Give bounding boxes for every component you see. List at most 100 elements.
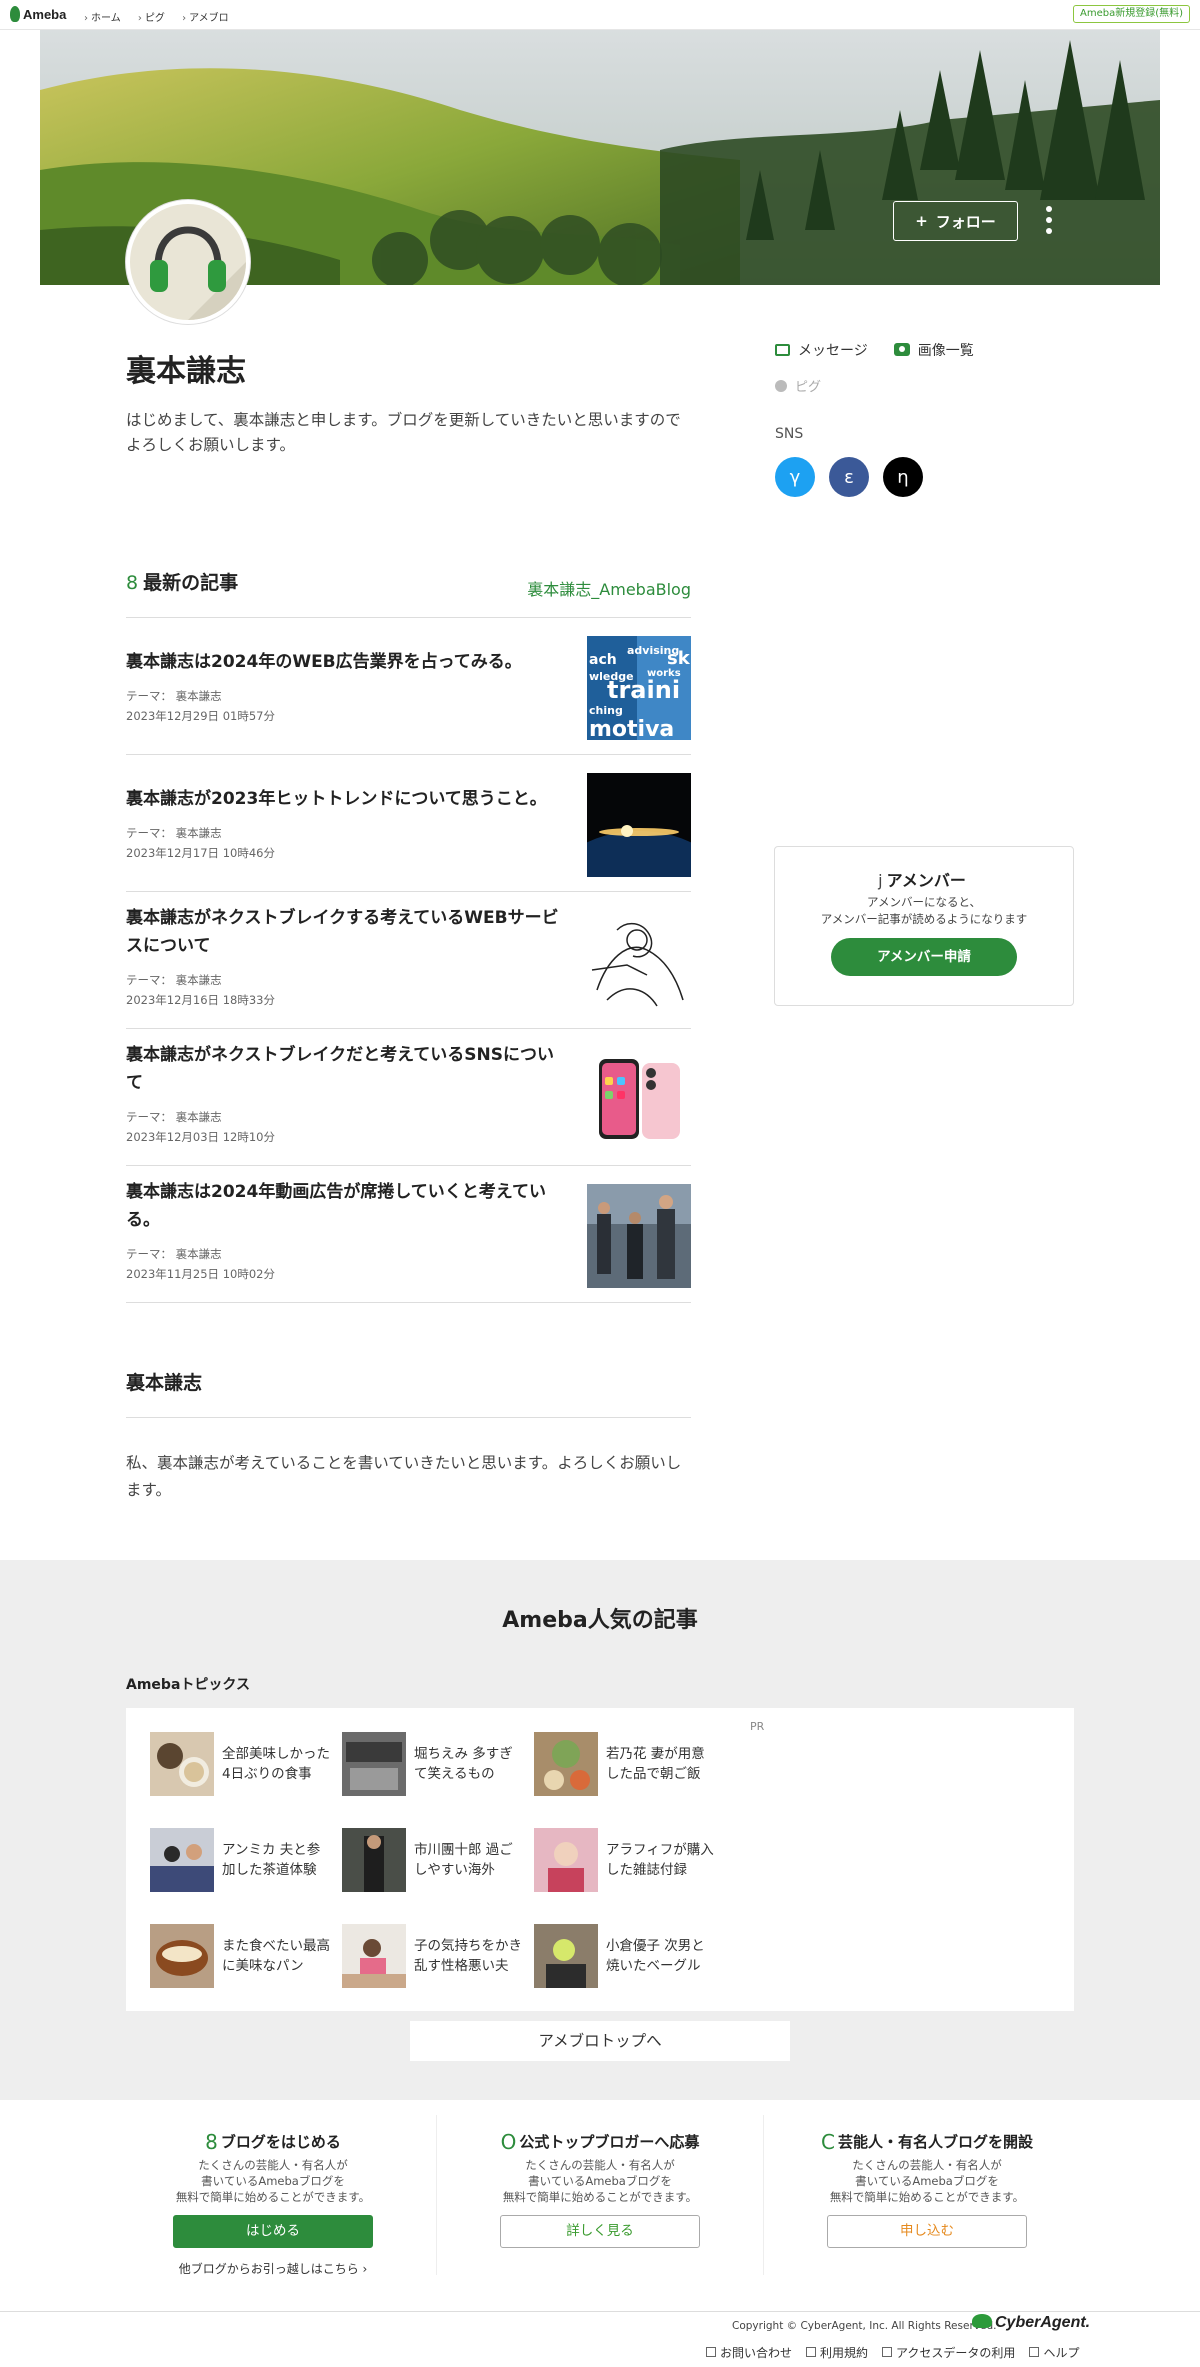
cyberagent-logo[interactable]: CyberAgent. (972, 2314, 1090, 2332)
avatar[interactable] (126, 200, 250, 324)
article-date: 2023年12月17日 10時46分 (126, 846, 275, 860)
article-title[interactable]: 裏本謙志が2023年ヒットトレンドについて思うこと。 (126, 785, 566, 813)
popular-heading: Ameba人気の記事 (502, 1608, 698, 1633)
more-options-icon[interactable] (1045, 206, 1053, 236)
topic-text-1: 全部美味しかった (222, 1746, 330, 1762)
blog-description: 私、裏本謙志が考えていることを書いていきたいと思います。よろしくお願いします。 (126, 1454, 682, 1499)
article-item[interactable]: 裏本謙志がネクストブレイクする考えているWEBサービスについて テーマ： 裏本謙… (126, 892, 691, 1029)
topic-thumbnail (150, 1828, 214, 1892)
amember-desc-1: アメンバーになると、 (867, 895, 981, 909)
ameba-logo[interactable]: Ameba (10, 6, 66, 22)
article-item[interactable]: 裏本謙志は2024年動画広告が席捲していくと考えている。 テーマ： 裏本謙志 20… (126, 1166, 691, 1303)
amember-desc-2: アメンバー記事が読めるようになります (820, 912, 1028, 926)
image-list-link[interactable]: 画像一覧 (893, 340, 974, 360)
popular-section: Ameba人気の記事 Amebaトピックス PR 全部美味しかった 4日ぶりの食事… (0, 1560, 1200, 2100)
breadcrumb-pigg[interactable]: ピグ (138, 13, 165, 24)
topic-item[interactable]: アラフィフが購入 した雑誌付録 (534, 1828, 724, 1894)
topic-text-1: 堀ちえみ 多すぎ (414, 1746, 513, 1762)
amember-apply-button[interactable]: アメンバー申請 (831, 938, 1017, 976)
topic-item[interactable]: 子の気持ちをかき 乱す性格悪い夫 (342, 1924, 532, 1990)
topic-item[interactable]: 全部美味しかった 4日ぶりの食事 (150, 1732, 340, 1798)
topic-text-2: 焼いたベーグル (606, 1958, 701, 1974)
article-meta: テーマ： 裏本謙志 2023年12月16日 18時33分 (126, 970, 275, 1010)
article-title[interactable]: 裏本謙志がネクストブレイクする考えているWEBサービスについて (126, 904, 566, 960)
article-thumbnail[interactable] (587, 773, 691, 877)
facebook-icon[interactable]: ε (829, 457, 869, 497)
article-item[interactable]: 裏本謙志は2024年のWEB広告業界を占ってみる。 テーマ： 裏本謙志 2023年… (126, 618, 691, 755)
migrate-link[interactable]: 他ブログからお引っ越しはこちら › (110, 2260, 436, 2277)
article-theme: テーマ： 裏本謙志 (126, 1110, 222, 1124)
profile-side-links: メッセージ 画像一覧 ピグ (775, 340, 974, 395)
profile-name: 裏本謙志 (126, 354, 246, 389)
topic-text-1: 小倉優子 次男と (606, 1938, 705, 1954)
promo-title: ブログをはじめる (220, 2133, 341, 2151)
topic-item[interactable]: 市川團十郎 過ご しやすい海外 (342, 1828, 532, 1894)
topic-item[interactable]: 堀ちえみ 多すぎ て笑えるもの (342, 1732, 532, 1798)
topic-text-2: に美味なパン (222, 1958, 304, 1974)
follow-button[interactable]: + フォロー (893, 201, 1018, 241)
start-button[interactable]: はじめる (173, 2215, 373, 2248)
topic-text-2: しやすい海外 (414, 1862, 495, 1878)
article-item[interactable]: 裏本謙志が2023年ヒットトレンドについて思うこと。 テーマ： 裏本謙志 2023… (126, 755, 691, 892)
threads-icon[interactable]: η (883, 457, 923, 497)
footer-link-contact[interactable]: お問い合わせ (706, 2344, 792, 2361)
article-date: 2023年12月29日 01時57分 (126, 709, 275, 723)
footer-link-help[interactable]: ヘルプ (1029, 2344, 1079, 2361)
footer-link-access-data[interactable]: アクセスデータの利用 (882, 2344, 1015, 2361)
breadcrumb: ホーム ピグ アメブロ (84, 9, 243, 24)
twitter-icon[interactable]: γ (775, 457, 815, 497)
article-theme: テーマ： 裏本謙志 (126, 1247, 222, 1261)
article-meta: テーマ： 裏本謙志 2023年12月29日 01時57分 (126, 686, 275, 726)
follow-label: フォロー (935, 212, 996, 231)
breadcrumb-home[interactable]: ホーム (84, 13, 121, 24)
article-meta: テーマ： 裏本謙志 2023年11月25日 10時02分 (126, 1244, 275, 1284)
article-item[interactable]: 裏本謙志がネクストブレイクだと考えているSNSについて テーマ： 裏本謙志 202… (126, 1029, 691, 1166)
article-thumbnail[interactable]: ach advising sk wledge works traini ching motiv… (587, 636, 691, 740)
article-title[interactable]: 裏本謙志は2024年のWEB広告業界を占ってみる。 (126, 648, 566, 676)
topic-text-2: 加した茶道体験 (222, 1862, 317, 1878)
message-link[interactable]: メッセージ (775, 340, 868, 360)
topics-heading: Amebaトピックス (126, 1677, 250, 1693)
pigg-label: ピグ (795, 380, 822, 395)
celebrity-icon: C (821, 2130, 835, 2154)
ameblo-top-button[interactable]: アメブロトップへ (410, 2021, 790, 2061)
apply-button[interactable]: 申し込む (827, 2215, 1027, 2248)
blog-top-link[interactable]: 裏本謙志_AmebaBlog (527, 576, 691, 600)
article-date: 2023年12月03日 12時10分 (126, 1130, 275, 1144)
article-thumbnail[interactable] (587, 1047, 691, 1151)
article-title[interactable]: 裏本謙志は2024年動画広告が席捲していくと考えている。 (126, 1178, 566, 1234)
topic-text-2: した品で朝ご飯 (606, 1766, 701, 1782)
topic-text-2: て笑えるもの (414, 1766, 495, 1782)
topic-item[interactable]: アンミカ 夫と参 加した茶道体験 (150, 1828, 340, 1894)
article-theme: テーマ： 裏本謙志 (126, 826, 222, 840)
latest-articles-header: 8 最新の記事 裏本謙志_AmebaBlog (126, 568, 691, 618)
promo-desc-3: 無料で簡単に始めることができます。 (829, 2190, 1025, 2204)
article-title[interactable]: 裏本謙志がネクストブレイクだと考えているSNSについて (126, 1041, 566, 1097)
topic-item[interactable]: また食べたい最高 に美味なパン (150, 1924, 340, 1990)
cyberagent-logo-text: CyberAgent. (995, 2314, 1091, 2331)
footer-links: お問い合わせ 利用規約 アクセスデータの利用 ヘルプ (706, 2344, 1079, 2361)
signup-button[interactable]: Ameba新規登録(無料) (1072, 5, 1190, 23)
article-thumbnail[interactable] (587, 910, 691, 1014)
promo-desc-3: 無料で簡単に始めることができます。 (502, 2190, 698, 2204)
topic-thumbnail (534, 1924, 598, 1988)
breadcrumb-ameblo[interactable]: アメブロ (182, 13, 229, 24)
promo-desc-2: 書いているAmebaブログを (528, 2174, 672, 2188)
topic-item[interactable]: 若乃花 妻が用意 した品で朝ご飯 (534, 1732, 724, 1798)
article-icon: 8 (126, 572, 139, 594)
footer-link-terms[interactable]: 利用規約 (806, 2344, 868, 2361)
topic-thumbnail (342, 1732, 406, 1796)
pigg-icon (775, 380, 787, 392)
article-theme: テーマ： 裏本謙志 (126, 973, 222, 987)
promo-desc-2: 書いているAmebaブログを (855, 2174, 999, 2188)
details-button[interactable]: 詳しく見る (500, 2215, 700, 2248)
ameba-mark-icon (10, 6, 20, 22)
latest-articles-title: 最新の記事 (143, 572, 239, 594)
pigg-link[interactable]: ピグ (775, 376, 974, 395)
topic-item[interactable]: 小倉優子 次男と 焼いたベーグル (534, 1924, 724, 1990)
article-thumbnail[interactable] (587, 1184, 691, 1288)
amember-box: j アメンバー アメンバーになると、 アメンバー記事が読めるようになります アメンバ… (774, 846, 1074, 1006)
promo-desc-1: たくさんの芸能人・有名人が (198, 2158, 348, 2172)
mail-icon (775, 344, 790, 356)
ameba-logo-text: Ameba (23, 7, 67, 22)
